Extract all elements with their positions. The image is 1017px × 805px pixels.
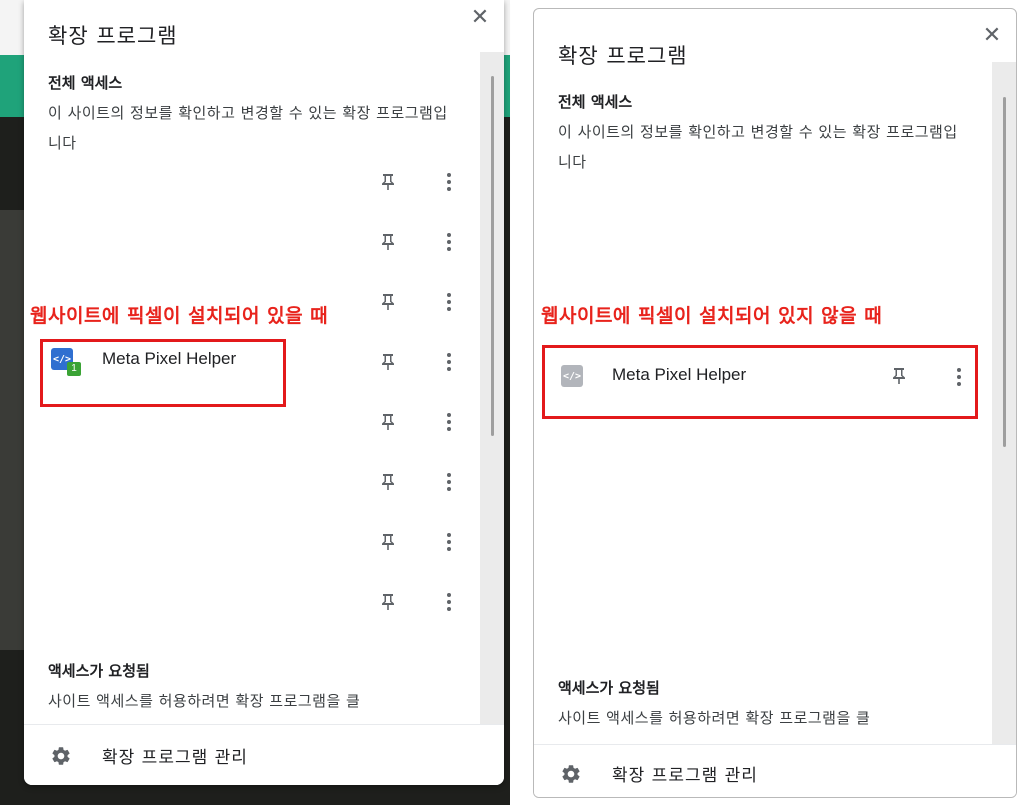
close-icon[interactable]: ✕ bbox=[468, 6, 492, 30]
more-vert-icon[interactable] bbox=[437, 590, 461, 614]
extension-row[interactable] bbox=[24, 220, 480, 280]
full-access-heading: 전체 액세스 bbox=[558, 93, 633, 111]
caption-pixel-not-installed: 웹사이트에 픽셀이 설치되어 있지 않을 때 bbox=[541, 305, 883, 327]
gear-icon bbox=[52, 747, 70, 765]
more-vert-icon[interactable] bbox=[437, 470, 461, 494]
pin-icon[interactable] bbox=[376, 470, 400, 494]
highlight-box bbox=[542, 345, 978, 419]
access-requested-heading: 액세스가 요청됨 bbox=[558, 679, 660, 697]
full-access-description: 이 사이트의 정보를 확인하고 변경할 수 있는 확장 프로그램입니다 bbox=[558, 123, 958, 171]
more-vert-icon[interactable] bbox=[437, 170, 461, 194]
highlight-box bbox=[40, 339, 286, 407]
access-requested-heading: 액세스가 요청됨 bbox=[48, 662, 150, 680]
gear-icon bbox=[562, 765, 580, 783]
more-vert-icon[interactable] bbox=[437, 230, 461, 254]
more-vert-icon[interactable] bbox=[437, 290, 461, 314]
pin-icon[interactable] bbox=[376, 350, 400, 374]
more-vert-icon[interactable] bbox=[437, 350, 461, 374]
access-requested-description: 사이트 액세스를 허용하려면 확장 프로그램을 클 bbox=[558, 709, 871, 727]
scrollbar-thumb[interactable] bbox=[1003, 97, 1006, 447]
manage-extensions-link[interactable]: 확장 프로그램 관리 bbox=[612, 761, 758, 786]
close-icon[interactable]: ✕ bbox=[980, 24, 1004, 48]
extension-row[interactable] bbox=[24, 160, 480, 220]
pin-icon[interactable] bbox=[376, 230, 400, 254]
extension-row[interactable] bbox=[24, 580, 480, 640]
extension-row[interactable] bbox=[24, 520, 480, 580]
footer: 확장 프로그램 관리 bbox=[24, 724, 504, 785]
access-requested-description: 사이트 액세스를 허용하려면 확장 프로그램을 클 bbox=[48, 692, 361, 710]
scrollbar-thumb[interactable] bbox=[491, 76, 494, 436]
pin-icon[interactable] bbox=[376, 170, 400, 194]
extension-row[interactable] bbox=[24, 400, 480, 460]
manage-extensions-link[interactable]: 확장 프로그램 관리 bbox=[102, 743, 248, 768]
full-access-heading: 전체 액세스 bbox=[48, 74, 123, 92]
popup-title: 확장 프로그램 bbox=[558, 44, 688, 68]
full-access-description: 이 사이트의 정보를 확인하고 변경할 수 있는 확장 프로그램입니다 bbox=[48, 104, 448, 152]
pin-icon[interactable] bbox=[376, 410, 400, 434]
extension-row[interactable] bbox=[24, 460, 480, 520]
footer: 확장 프로그램 관리 bbox=[534, 744, 1016, 797]
pin-icon[interactable] bbox=[376, 590, 400, 614]
pin-icon[interactable] bbox=[376, 290, 400, 314]
popup-title: 확장 프로그램 bbox=[48, 24, 178, 48]
more-vert-icon[interactable] bbox=[437, 410, 461, 434]
pin-icon[interactable] bbox=[376, 530, 400, 554]
caption-pixel-installed: 웹사이트에 픽셀이 설치되어 있을 때 bbox=[30, 305, 329, 327]
more-vert-icon[interactable] bbox=[437, 530, 461, 554]
